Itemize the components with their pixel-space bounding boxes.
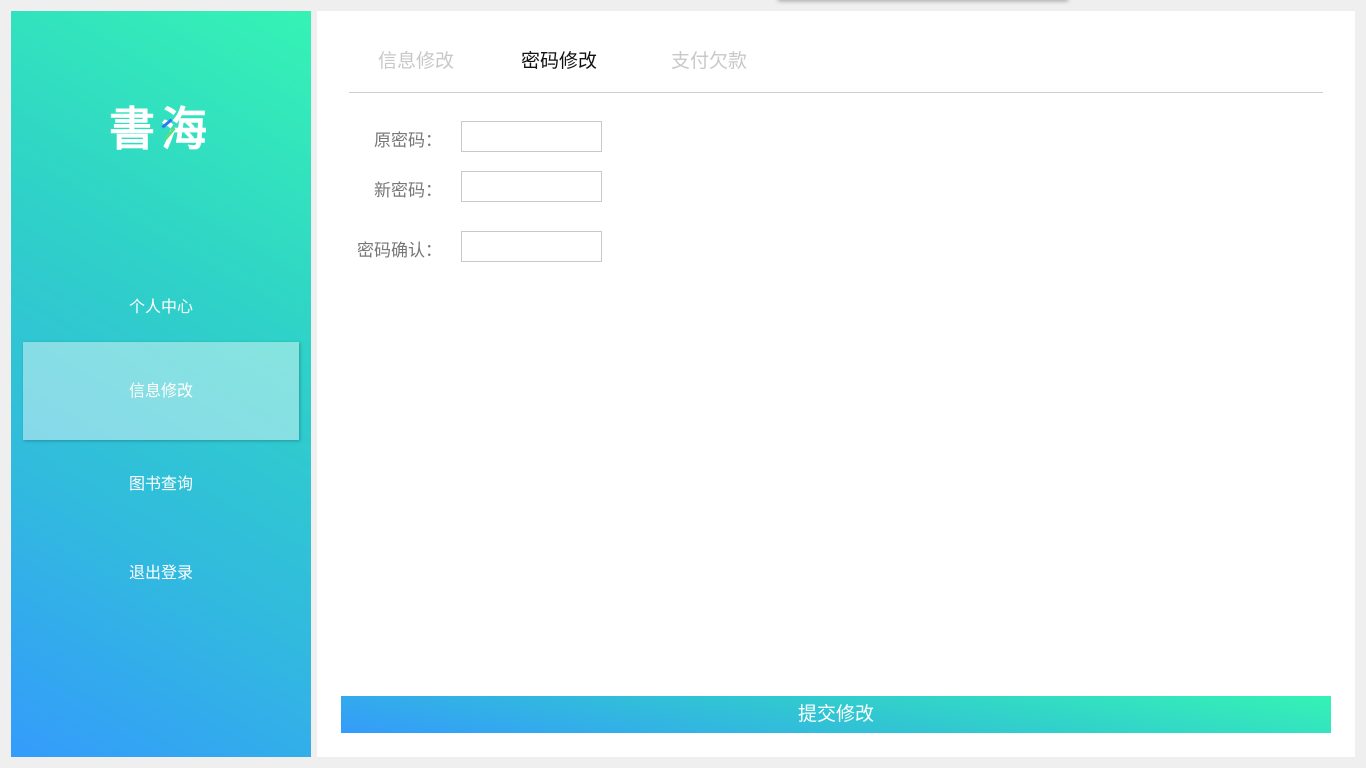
- sidebar: 書海 个人中心 信息修改 图书查询 退出登录: [11, 11, 311, 757]
- tab-pay-arrears[interactable]: 支付欠款: [671, 46, 747, 73]
- new-password-label-box: 新密码：: [337, 171, 442, 203]
- sidebar-item-logout[interactable]: 退出登录: [11, 559, 311, 583]
- logo: 書海: [11, 101, 311, 157]
- old-password-label-box: 原密码：: [337, 121, 442, 153]
- sidebar-item-info-edit[interactable]: 信息修改: [23, 342, 299, 440]
- tab-info-edit[interactable]: 信息修改: [378, 46, 454, 73]
- submit-button[interactable]: 提交修改: [341, 696, 1331, 733]
- main-panel: 信息修改 密码修改 支付欠款 原密码： 新密码： 密码确认： 提交修改: [317, 11, 1355, 757]
- confirm-password-input[interactable]: [461, 231, 602, 262]
- tab-password-edit[interactable]: 密码修改: [521, 46, 597, 73]
- new-password-input[interactable]: [461, 171, 602, 202]
- tab-bar: 信息修改 密码修改 支付欠款: [349, 11, 1323, 93]
- logo-char-1: 書: [109, 102, 161, 156]
- logo-char-2: 海: [161, 102, 213, 156]
- old-password-input[interactable]: [461, 121, 602, 152]
- new-password-label: 新密码：: [374, 181, 442, 201]
- old-password-label: 原密码：: [374, 131, 442, 151]
- sidebar-item-book-search[interactable]: 图书查询: [11, 470, 311, 494]
- confirm-password-label-box: 密码确认：: [337, 231, 442, 263]
- sidebar-item-personal-center[interactable]: 个人中心: [11, 293, 311, 317]
- confirm-password-label: 密码确认：: [357, 241, 442, 261]
